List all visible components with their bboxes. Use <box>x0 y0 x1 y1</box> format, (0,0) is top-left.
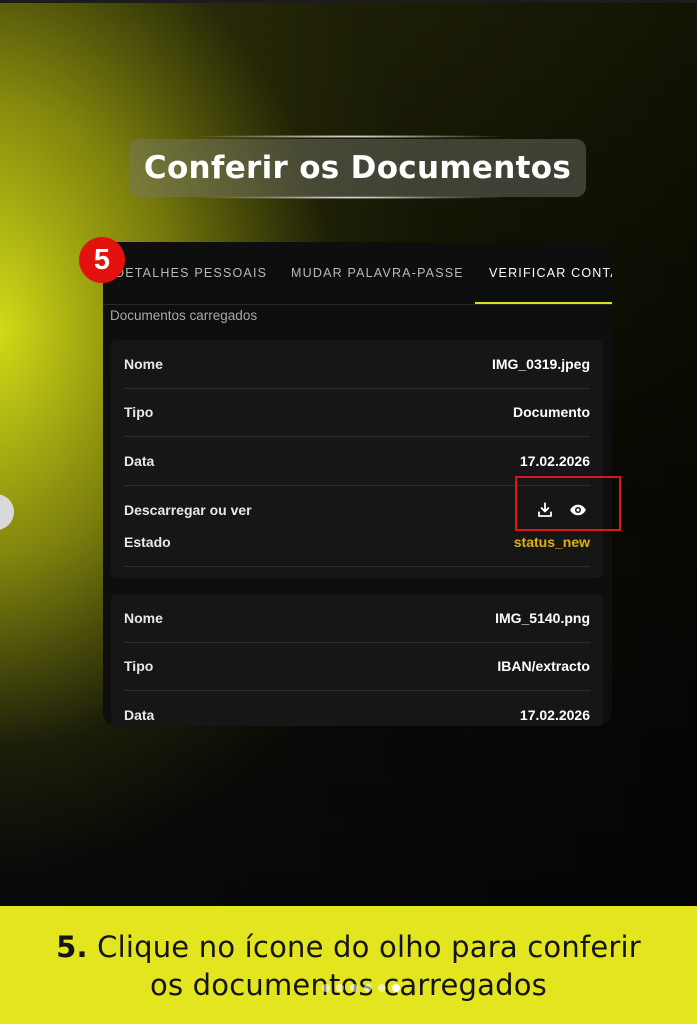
carousel-dot[interactable] <box>364 984 372 992</box>
tab-bar: DETALHES PESSOAIS MUDAR PALAVRA-PASSE VE… <box>103 242 612 305</box>
document-card: Nome IMG_0319.jpeg Tipo Documento Data 1… <box>111 340 603 578</box>
document-row-date: Data 17.02.2026 <box>124 691 590 726</box>
caption-line-1: 5. Clique no ícone do olho para conferir <box>0 928 697 966</box>
document-row-name: Nome IMG_5140.png <box>124 594 590 643</box>
document-filename: IMG_5140.png <box>495 610 590 626</box>
carousel-dot[interactable] <box>322 984 330 992</box>
page-title: Conferir os Documentos <box>129 139 586 197</box>
document-date: 17.02.2026 <box>519 453 590 469</box>
document-row-name: Nome IMG_0319.jpeg <box>124 340 590 389</box>
document-type: Documento <box>513 404 590 420</box>
document-row-type: Tipo Documento <box>124 388 590 437</box>
row-label: Tipo <box>124 404 154 420</box>
row-label: Tipo <box>124 658 154 674</box>
row-label: Data <box>124 707 155 723</box>
status-badge: status_new <box>513 534 590 550</box>
document-row-type: Tipo IBAN/extracto <box>124 642 590 691</box>
tab-personal-details[interactable]: DETALHES PESSOAIS <box>103 242 279 304</box>
row-label: Nome <box>124 356 163 372</box>
row-label: Descarregar ou ver <box>124 502 252 518</box>
tab-verify-account[interactable]: VERIFICAR CONTA <box>475 242 612 304</box>
document-card: Nome IMG_5140.png Tipo IBAN/extracto Dat… <box>111 594 603 726</box>
caption-step-number: 5. <box>56 930 88 964</box>
tab-change-password[interactable]: MUDAR PALAVRA-PASSE <box>279 242 475 304</box>
top-edge <box>0 0 697 3</box>
carousel-dot[interactable] <box>350 984 358 992</box>
light-flare <box>200 135 500 138</box>
highlight-box <box>515 476 621 531</box>
carousel-dot-active[interactable] <box>392 984 400 992</box>
caption-text: Clique no ícone do olho para conferir <box>97 930 641 964</box>
document-date: 17.02.2026 <box>519 707 590 723</box>
row-label: Data <box>124 453 155 469</box>
carousel-dot[interactable] <box>378 984 386 992</box>
row-label: Estado <box>124 534 171 550</box>
carousel-dot[interactable] <box>336 984 344 992</box>
caption: 5. Clique no ícone do olho para conferir… <box>0 928 697 1004</box>
section-label: Documentos carregados <box>110 308 258 323</box>
document-filename: IMG_0319.jpeg <box>491 356 590 372</box>
carousel-dots <box>322 984 400 992</box>
row-label: Nome <box>124 610 163 626</box>
document-type: IBAN/extracto <box>497 658 590 674</box>
step-badge: 5 <box>79 237 125 283</box>
